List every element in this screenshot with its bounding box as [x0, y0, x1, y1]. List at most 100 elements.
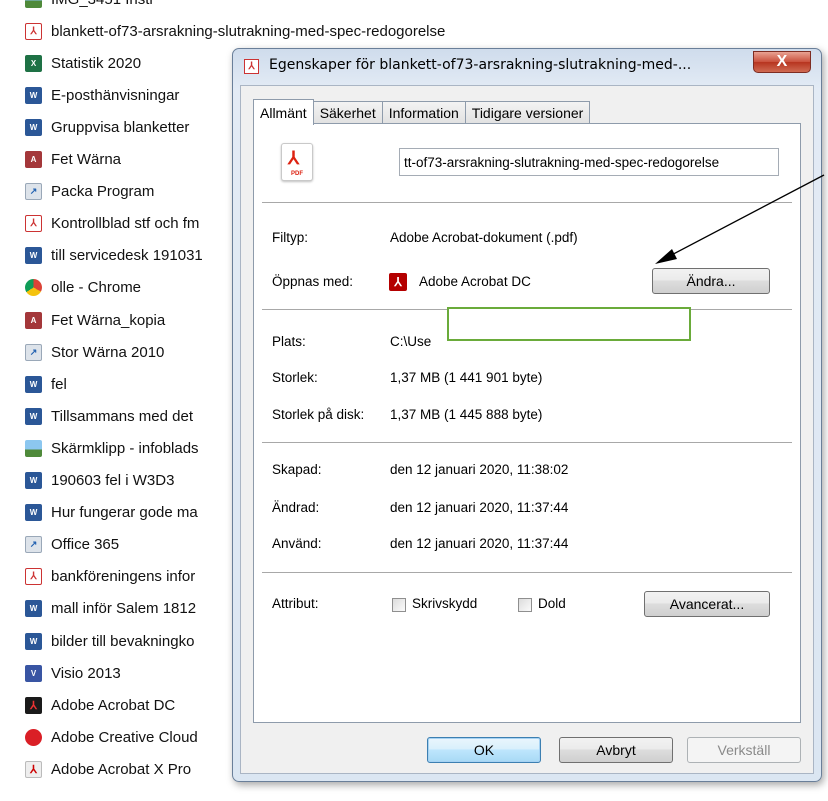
file-list-item-label: Adobe Acrobat X Pro	[51, 760, 192, 778]
file-list-item-label: IMG_3451 Instr	[51, 0, 154, 8]
file-list-item-label: Skärmklipp - infoblads	[51, 439, 199, 457]
cancel-button[interactable]: Avbryt	[559, 737, 673, 763]
file-list-item-label: Stor Wärna 2010	[51, 343, 165, 361]
file-list-item[interactable]: V Visio 2013	[25, 658, 121, 688]
file-list-item-label: Gruppvisa blanketter	[51, 118, 190, 136]
word-icon: W	[25, 632, 42, 650]
file-list-item[interactable]: ⅄ blankett-of73-arsrakning-slutrakning-me…	[25, 16, 445, 46]
word-icon: W	[25, 600, 42, 618]
file-list: IMG_3451 Instr ⅄ blankett-of73-arsrakning-…	[0, 0, 445, 801]
created-label: Skapad:	[272, 462, 322, 477]
chrome-icon	[25, 279, 42, 297]
accessed-value: den 12 januari 2020, 11:37:44	[390, 536, 569, 551]
file-list-item[interactable]: IMG_3451 Instr	[25, 0, 154, 14]
properties-dialog: ⅄ Egenskaper för blankett-of73-arsraknin…	[232, 48, 822, 782]
file-list-item-label: blankett-of73-arsrakning-slutrakning-med…	[51, 22, 446, 40]
pdf-icon: ⅄	[25, 22, 42, 40]
readonly-label: Skrivskydd	[412, 596, 478, 611]
file-list-item[interactable]: ↗ Office 365	[25, 530, 119, 560]
pdf-icon-text: PDF	[291, 171, 303, 177]
file-list-item-label: E-posthänvisningar	[51, 86, 180, 104]
file-list-item-label: Tillsammans med det	[51, 407, 193, 425]
file-list-item-label: Fet Wärna_kopia	[51, 311, 166, 329]
file-list-item[interactable]: A Fet Wärna_kopia	[25, 305, 165, 335]
access-icon: A	[25, 151, 42, 168]
pdf-icon: ⅄	[25, 568, 42, 586]
opens-with-label: Öppnas med:	[272, 274, 354, 289]
excel-icon: X	[25, 54, 42, 72]
file-list-item[interactable]: Wtill servicedesk 191031	[25, 241, 203, 271]
opens-with-value: Adobe Acrobat DC	[419, 274, 531, 289]
word-icon: W	[25, 247, 42, 265]
pdf-file-icon: ⅄ PDF	[281, 143, 313, 181]
size-label: Storlek:	[272, 370, 318, 385]
access-icon: A	[25, 311, 42, 329]
change-button[interactable]: Ändra...	[652, 268, 770, 294]
file-list-item[interactable]: olle - Chrome	[25, 273, 141, 303]
file-list-item[interactable]: ⅄ Kontrollblad stf och fm	[25, 209, 199, 239]
image-icon	[25, 0, 42, 8]
word-icon: W	[25, 504, 42, 522]
file-list-item[interactable]: W Tillsammans med det	[25, 401, 193, 431]
file-list-item-label: Hur fungerar gode ma	[51, 504, 198, 522]
readonly-checkbox[interactable]	[392, 598, 406, 612]
location-label: Plats:	[272, 334, 306, 349]
filename-field[interactable]: tt-of73-arsrakning-slutrakning-med-spec-…	[399, 148, 779, 176]
file-list-item[interactable]: Wbilder till bevakningko	[25, 626, 194, 656]
file-list-item-label: Statistik 2020	[51, 54, 142, 72]
file-list-item-label: bankföreningens infor	[51, 568, 196, 586]
advanced-button[interactable]: Avancerat...	[644, 591, 770, 617]
file-list-item[interactable]: W E-posthänvisningar	[25, 80, 179, 110]
file-list-item[interactable]: W Hur fungerar gode ma	[25, 498, 198, 528]
tab-information[interactable]: Information	[381, 101, 466, 124]
word-icon: W	[25, 86, 42, 104]
apply-button[interactable]: Verkställ	[687, 737, 801, 763]
close-button[interactable]: X	[753, 51, 811, 73]
attributes-label: Attribut:	[272, 596, 319, 611]
file-list-item-label: fel	[51, 375, 67, 393]
file-list-item[interactable]: ⅄ Adobe Acrobat DC	[25, 690, 175, 720]
file-list-item[interactable]: Adobe Creative Cloud	[25, 722, 198, 752]
dialog-body: Allmänt Säkerhet Information Tidigare ve…	[240, 85, 814, 774]
close-icon: X	[776, 53, 788, 70]
file-list-item-label: olle - Chrome	[51, 279, 142, 297]
file-list-item[interactable]: Wmall inför Salem 1812	[25, 594, 196, 624]
tab-general[interactable]: Allmänt	[253, 99, 314, 125]
shortcut-icon: ↗	[25, 183, 42, 201]
created-value: den 12 januari 2020, 11:38:02	[390, 462, 569, 477]
file-list-item-label: Office 365	[51, 536, 120, 554]
file-list-item[interactable]: Wfel	[25, 369, 67, 399]
word-icon: W	[25, 375, 42, 393]
file-list-item[interactable]: W Gruppvisa blanketter	[25, 112, 189, 142]
file-list-item[interactable]: ⅄ bankföreningens infor	[25, 562, 195, 592]
hidden-checkbox[interactable]	[518, 598, 532, 612]
file-list-item[interactable]: ↗ Stor Wärna 2010	[25, 337, 164, 367]
tab-security[interactable]: Säkerhet	[312, 101, 383, 124]
filetype-value: Adobe Acrobat-dokument (.pdf)	[390, 230, 578, 245]
file-list-item[interactable]: ↗ Packa Program	[25, 177, 154, 207]
dialog-title: Egenskaper för blankett-of73-arsrakning-…	[269, 57, 692, 73]
separator	[262, 202, 792, 203]
title-bar[interactable]: ⅄ Egenskaper för blankett-of73-arsraknin…	[233, 49, 821, 85]
file-list-item[interactable]: ⅄ Adobe Acrobat X Pro	[25, 754, 191, 784]
pdf-icon: ⅄	[244, 59, 259, 74]
shortcut-icon: ↗	[25, 343, 42, 361]
acrobat-icon: ⅄	[389, 273, 407, 291]
separator	[262, 442, 792, 443]
word-icon: W	[25, 472, 42, 489]
filetype-label: Filtyp:	[272, 230, 309, 245]
word-icon: W	[25, 118, 42, 136]
file-list-item-label: Fet Wärna	[51, 151, 122, 168]
ok-button[interactable]: OK	[427, 737, 541, 763]
tab-previous-versions[interactable]: Tidigare versioner	[464, 101, 591, 124]
general-page: ⅄ PDF tt-of73-arsrakning-slutrakning-med…	[253, 123, 801, 723]
file-list-item[interactable]: Skärmklipp - infoblads	[25, 433, 199, 463]
accessed-label: Använd:	[272, 536, 322, 551]
modified-label: Ändrad:	[272, 500, 320, 515]
file-list-item[interactable]: W 190603 fel i W3D3	[25, 466, 174, 496]
file-list-item-label: Adobe Creative Cloud	[51, 728, 198, 746]
location-value: C:\Use	[390, 334, 432, 349]
file-list-item[interactable]: X Statistik 2020	[25, 48, 141, 78]
file-list-item[interactable]: A Fet Wärna	[25, 145, 121, 175]
visio-icon: V	[25, 664, 42, 682]
